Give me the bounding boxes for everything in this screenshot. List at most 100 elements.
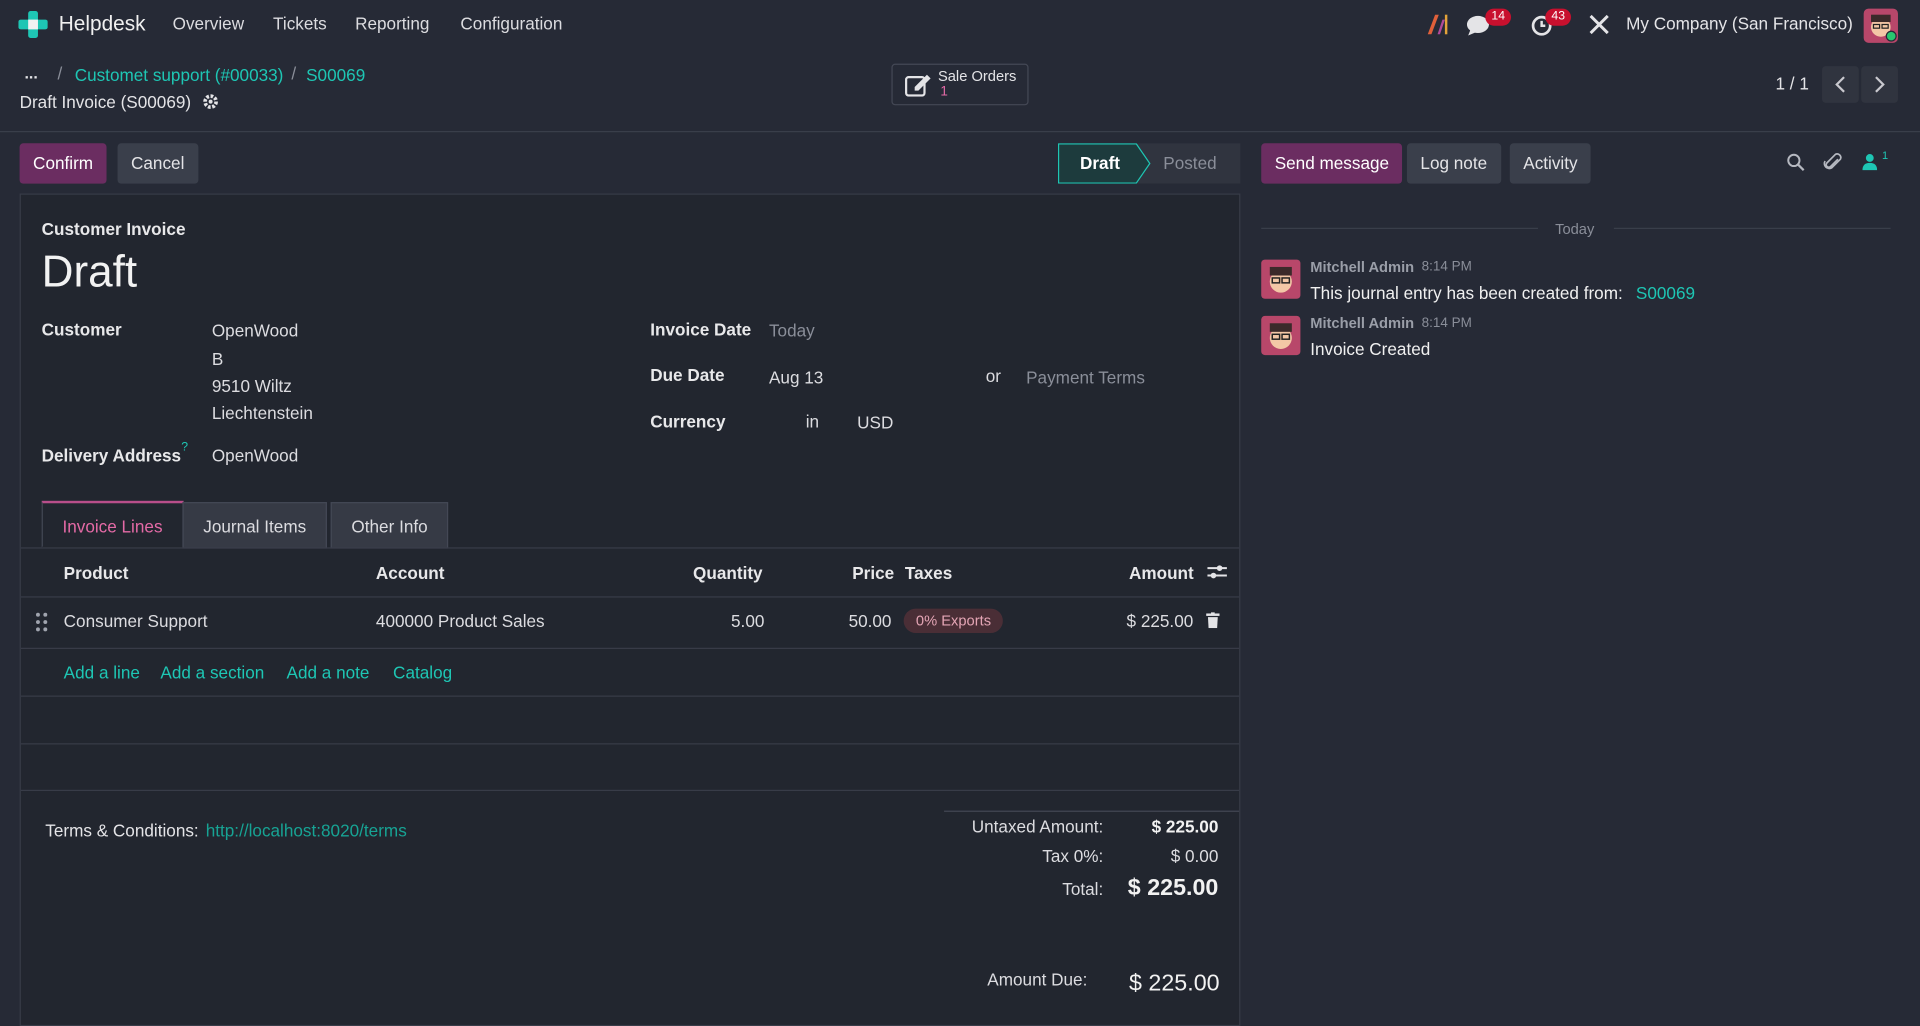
- pencil-square-icon: [905, 72, 932, 100]
- payment-terms-field[interactable]: Payment Terms: [1026, 367, 1145, 387]
- gear-icon[interactable]: [202, 93, 219, 114]
- terms-label: Terms & Conditions:: [45, 820, 199, 841]
- status-posted[interactable]: Posted: [1163, 153, 1216, 173]
- currency-label: Currency: [650, 411, 726, 432]
- breadcrumb-ticket[interactable]: Customet support (#00033): [75, 65, 284, 85]
- message-body: Invoice Created: [1310, 339, 1431, 359]
- message-time: 8:14 PM: [1421, 315, 1472, 331]
- col-taxes[interactable]: Taxes: [905, 563, 952, 583]
- pager-next-button[interactable]: [1861, 66, 1898, 103]
- untaxed-value: $ 225.00: [1151, 816, 1219, 837]
- message-link[interactable]: S00069: [1636, 283, 1695, 303]
- followers-icon[interactable]: [1862, 153, 1878, 174]
- send-message-button[interactable]: Send message: [1261, 143, 1403, 184]
- pager-value[interactable]: 1 / 1: [1776, 73, 1809, 93]
- customer-address-line: Liechtenstein: [211, 402, 313, 423]
- activity-button[interactable]: Activity: [1509, 143, 1592, 184]
- tab-invoice-lines[interactable]: Invoice Lines: [41, 500, 184, 548]
- col-quantity[interactable]: Quantity: [693, 563, 763, 583]
- confirm-button[interactable]: Confirm: [19, 143, 107, 184]
- message-avatar[interactable]: [1261, 259, 1301, 299]
- add-line-link[interactable]: Add a line: [64, 662, 140, 682]
- tax-badge[interactable]: 0% Exports: [903, 608, 1004, 634]
- breadcrumb-separator: /: [57, 63, 63, 84]
- company-switcher[interactable]: My Company (San Francisco): [1626, 13, 1853, 33]
- add-note-link[interactable]: Add a note: [287, 662, 370, 682]
- page-title: Draft Invoice (S00069): [19, 91, 192, 112]
- sale-orders-smart-button[interactable]: Sale Orders 1: [891, 63, 1029, 106]
- invoice-date-field[interactable]: Today: [769, 321, 815, 341]
- message-author: Mitchell Admin: [1310, 314, 1415, 332]
- col-account[interactable]: Account: [376, 563, 445, 583]
- currency-in-text: in: [805, 411, 820, 432]
- paperclip-icon[interactable]: [1823, 152, 1843, 176]
- menu-tickets[interactable]: Tickets: [273, 13, 327, 33]
- col-price[interactable]: Price: [852, 563, 894, 583]
- divider: [20, 695, 1240, 697]
- row-amount: $ 225.00: [1126, 611, 1194, 631]
- breadcrumb-ellipsis[interactable]: ...: [24, 64, 37, 82]
- customer-address-line: B: [211, 348, 224, 369]
- or-text: or: [985, 366, 1001, 386]
- status-bar: Draft Posted: [1057, 143, 1241, 184]
- total-value: $ 225.00: [1127, 875, 1219, 902]
- col-amount[interactable]: Amount: [1129, 563, 1194, 583]
- status-draft[interactable]: Draft: [1080, 153, 1120, 173]
- delivery-address-field[interactable]: OpenWood: [212, 446, 298, 466]
- pager-previous-button[interactable]: [1822, 66, 1859, 103]
- online-status-icon: [1885, 30, 1897, 42]
- app-logo-icon[interactable]: [18, 11, 48, 38]
- app-name[interactable]: Helpdesk: [59, 12, 146, 36]
- message-avatar[interactable]: [1261, 315, 1301, 356]
- app-root: Helpdesk Overview Tickets Reporting Conf…: [0, 0, 1920, 1026]
- row-price[interactable]: 50.00: [849, 611, 892, 631]
- col-product[interactable]: Product: [64, 563, 129, 583]
- breadcrumb-order[interactable]: S00069: [306, 65, 365, 85]
- currency-field[interactable]: USD: [857, 413, 893, 433]
- ai-icon[interactable]: [1427, 13, 1449, 39]
- add-section-link[interactable]: Add a section: [160, 662, 264, 682]
- catalog-link[interactable]: Catalog: [393, 662, 452, 682]
- messages-badge: 14: [1485, 8, 1512, 26]
- menu-configuration[interactable]: Configuration: [460, 13, 562, 33]
- smart-button-label: Sale Orders: [937, 67, 1017, 85]
- tab-journal-items[interactable]: Journal Items: [182, 502, 327, 549]
- help-tooltip-icon[interactable]: ?: [181, 441, 188, 454]
- row-account[interactable]: 400000 Product Sales: [376, 611, 545, 631]
- trash-icon[interactable]: [1206, 612, 1220, 632]
- tools-icon[interactable]: [1588, 13, 1610, 39]
- row-quantity[interactable]: 5.00: [731, 611, 764, 631]
- invoice-name: Draft: [41, 246, 138, 297]
- untaxed-label: Untaxed Amount:: [971, 816, 1104, 837]
- date-separator-line: [1613, 227, 1891, 229]
- divider: [20, 647, 1240, 649]
- message-time: 8:14 PM: [1421, 259, 1472, 275]
- date-separator-line: [1261, 227, 1538, 229]
- row-product[interactable]: Consumer Support: [64, 611, 208, 631]
- top-navbar: Helpdesk Overview Tickets Reporting Conf…: [0, 0, 1920, 49]
- breadcrumb-separator: /: [291, 63, 297, 84]
- log-note-button[interactable]: Log note: [1406, 143, 1501, 184]
- control-panel: ... / Customet support (#00033) / S00069…: [0, 49, 1920, 133]
- search-icon[interactable]: [1787, 153, 1805, 175]
- amount-due-value: $ 225.00: [1129, 971, 1220, 997]
- smart-button-count: 1: [940, 84, 948, 100]
- tab-other-info[interactable]: Other Info: [330, 502, 449, 549]
- invoice-type: Customer Invoice: [41, 219, 186, 239]
- tax-label: Tax 0%:: [1042, 846, 1104, 866]
- date-separator: Today: [1555, 220, 1595, 238]
- divider: [20, 789, 1240, 792]
- drag-handle-icon[interactable]: [36, 612, 48, 635]
- column-settings-icon[interactable]: [1207, 563, 1227, 584]
- customer-address-line: 9510 Wiltz: [211, 375, 292, 396]
- customer-name[interactable]: OpenWood: [212, 321, 298, 341]
- due-date-label: Due Date: [650, 364, 725, 385]
- menu-reporting[interactable]: Reporting: [355, 13, 429, 33]
- customer-label: Customer: [41, 319, 122, 340]
- due-date-field[interactable]: Aug 13: [769, 367, 823, 387]
- tax-value: $ 0.00: [1170, 846, 1219, 866]
- divider: [20, 547, 1240, 549]
- menu-overview[interactable]: Overview: [173, 13, 244, 33]
- terms-link[interactable]: http://localhost:8020/terms: [206, 820, 407, 840]
- cancel-button[interactable]: Cancel: [117, 143, 198, 184]
